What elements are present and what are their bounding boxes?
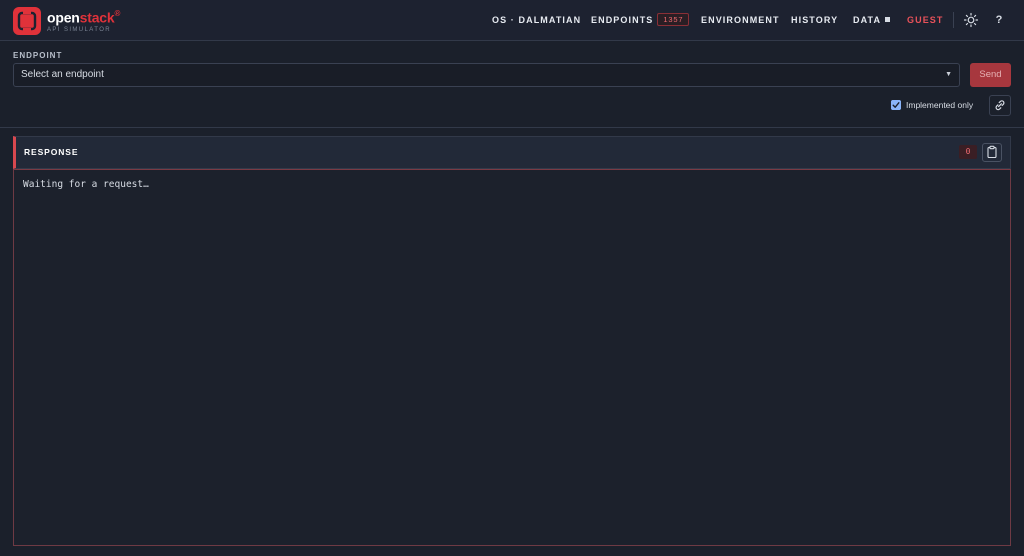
brand-name-stack: stack [79, 9, 115, 26]
endpoints-count-badge: 1357 [657, 13, 690, 26]
sun-icon[interactable] [963, 12, 979, 28]
response-body: Waiting for a request… [13, 169, 1011, 546]
copy-response-button[interactable] [982, 143, 1002, 162]
brand-name-open: open [47, 9, 80, 26]
nav-endpoints-label: ENDPOINTS [591, 15, 654, 25]
nav-environment[interactable]: ENVIRONMENT [701, 0, 780, 40]
help-button[interactable]: ? [991, 12, 1007, 28]
openstack-logo-icon [13, 7, 41, 35]
send-button[interactable]: Send [970, 63, 1011, 87]
link-icon [995, 100, 1005, 111]
nav-guest-user[interactable]: GUEST [907, 0, 944, 40]
nav-region[interactable]: OS · DALMATIAN [492, 0, 581, 40]
data-status-icon [885, 17, 891, 22]
caret-down-icon: ▼ [945, 71, 952, 78]
brand: openstack® API SIMULATOR [47, 7, 120, 33]
endpoint-select-value: Select an endpoint [21, 69, 104, 80]
brand-subtitle: API SIMULATOR [47, 26, 111, 33]
response-body-text: Waiting for a request… [23, 179, 149, 190]
nav-history[interactable]: HISTORY [791, 0, 838, 40]
nav-data[interactable]: DATA [853, 0, 891, 40]
trademark: ® [114, 9, 121, 18]
nav-divider [953, 12, 954, 28]
share-link-button[interactable] [989, 95, 1011, 116]
response-title: RESPONSE [24, 147, 79, 157]
brand-name: openstack® [47, 7, 120, 26]
clipboard-icon [987, 145, 997, 159]
implemented-only-checkbox[interactable] [891, 100, 901, 110]
endpoint-label: ENDPOINT [13, 51, 63, 60]
section-divider [0, 127, 1024, 128]
nav-data-label: DATA [853, 15, 882, 25]
response-header: RESPONSE 0 [13, 136, 1011, 169]
status-code-badge: 0 [959, 145, 977, 159]
top-nav-bar: openstack® API SIMULATOR OS · DALMATIAN … [0, 0, 1024, 41]
nav-endpoints[interactable]: ENDPOINTS 1357 [591, 0, 690, 40]
endpoint-select[interactable]: Select an endpoint ▼ [13, 63, 960, 87]
implemented-only-label: Implemented only [906, 100, 974, 110]
